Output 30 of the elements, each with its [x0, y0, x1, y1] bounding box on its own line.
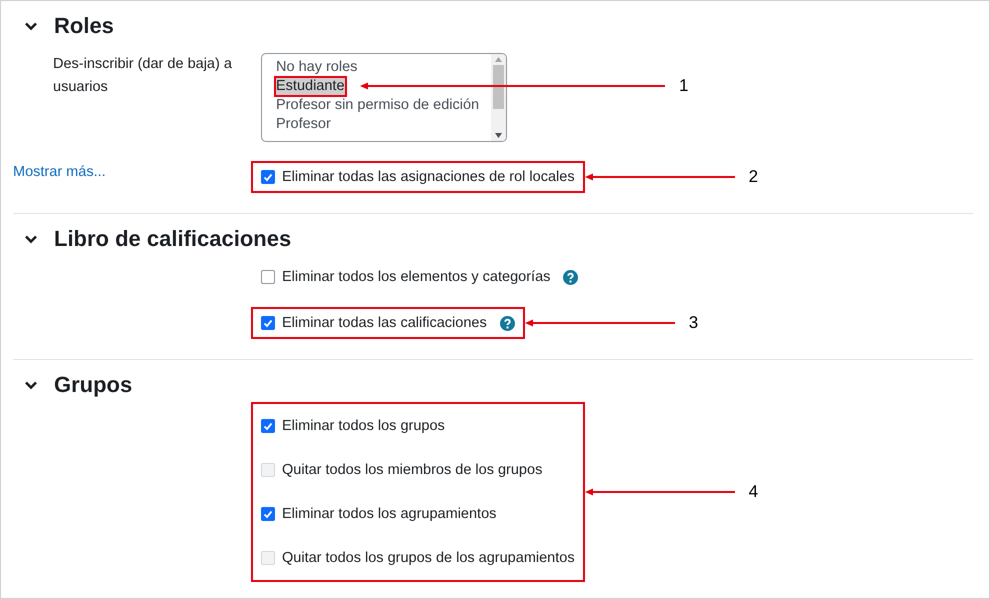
- checkbox[interactable]: [261, 170, 275, 184]
- help-icon[interactable]: [500, 316, 515, 330]
- checkbox-label: Eliminar todas las calificaciones: [282, 315, 487, 331]
- callout-number: 3: [688, 313, 698, 333]
- listbox-option[interactable]: Profesor: [275, 115, 332, 134]
- listbox-option[interactable]: No hay roles: [275, 58, 358, 77]
- role-listbox[interactable]: No hay roles Estudiante Profesor sin permiso de edición Profesor: [261, 53, 507, 142]
- field-label: Des-inscribir (dar de baja) a usuarios: [52, 55, 233, 97]
- listbox-option[interactable]: Profesor sin permiso de edición: [275, 96, 480, 115]
- checkbox[interactable]: [261, 270, 275, 284]
- callout-number: 4: [748, 482, 758, 502]
- listbox-option[interactable]: Estudiante: [275, 77, 346, 96]
- checkbox[interactable]: [261, 419, 275, 433]
- checkbox-label: Eliminar todos los elementos y categorías: [282, 269, 550, 285]
- section-heading: Roles: [54, 13, 114, 39]
- checkbox-label: Quitar todos los miembros de los grupos: [282, 462, 542, 478]
- help-icon[interactable]: [563, 270, 578, 284]
- callout-number: 2: [748, 167, 758, 187]
- checkbox-label: Eliminar todos los agrupamientos: [282, 506, 496, 522]
- checkbox-label: Eliminar todas las asignaciones de rol locales: [282, 169, 575, 185]
- checkbox-label: Eliminar todos los grupos: [282, 418, 445, 434]
- checkbox[interactable]: [261, 316, 275, 330]
- checkbox[interactable]: [261, 507, 275, 521]
- callout-number: 1: [679, 76, 688, 96]
- show-more-link[interactable]: Mostrar más...: [13, 164, 106, 180]
- section-heading: Grupos: [54, 372, 132, 398]
- section-heading: Libro de calificaciones: [54, 226, 292, 252]
- checkbox-label: Quitar todos los grupos de los agrupamientos: [282, 550, 575, 566]
- scroll-down-icon[interactable]: [495, 133, 502, 138]
- scrollbar[interactable]: [491, 54, 506, 141]
